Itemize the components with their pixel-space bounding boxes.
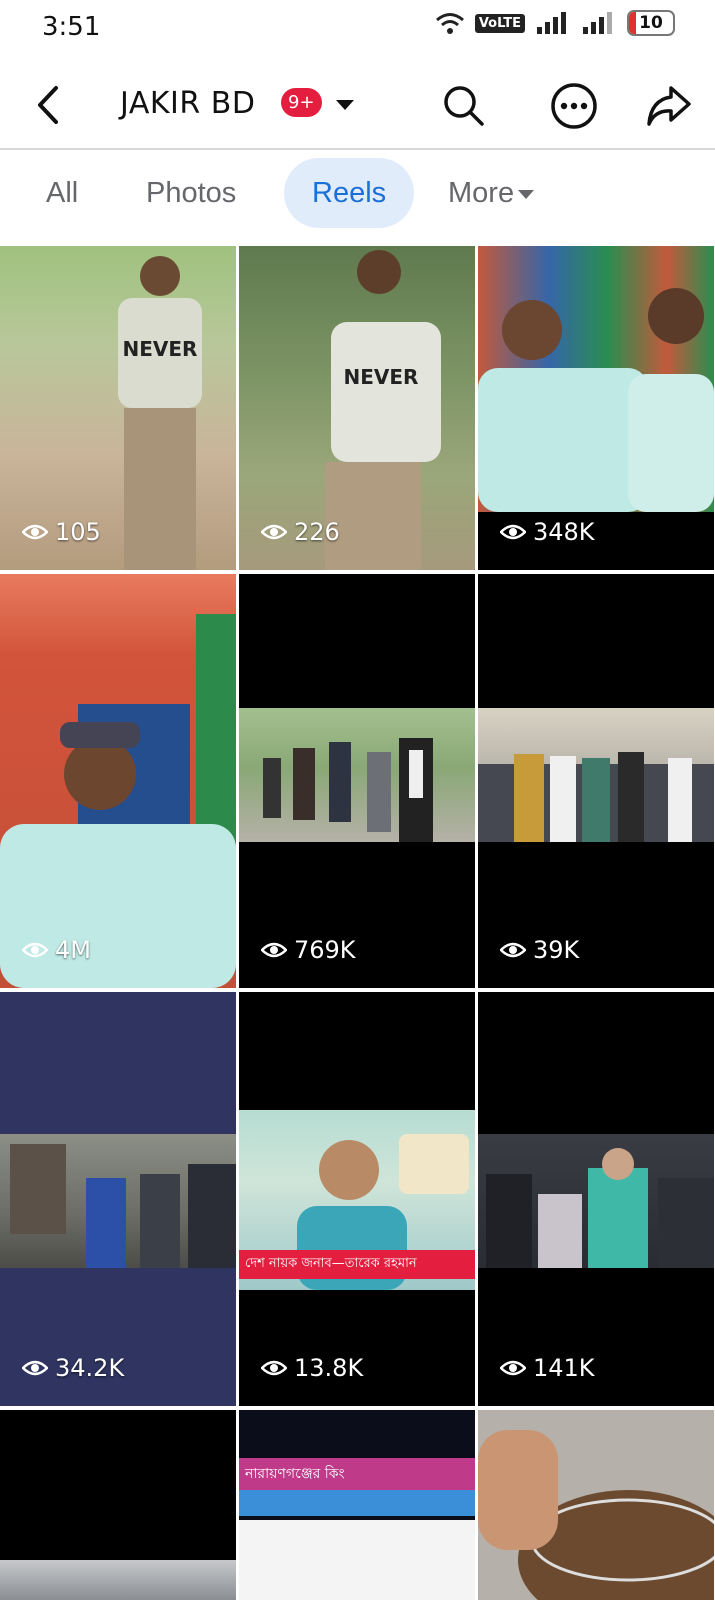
back-arrow-icon[interactable] <box>30 80 70 130</box>
tab-photos[interactable]: Photos <box>146 158 236 228</box>
eye-icon <box>261 1360 287 1376</box>
chevron-down-icon <box>518 189 535 199</box>
svg-text:NEVER: NEVER <box>344 365 419 389</box>
view-count: 348K <box>500 518 595 546</box>
crowd-image <box>486 1148 714 1268</box>
share-icon[interactable] <box>645 82 693 130</box>
reel-thumbnail[interactable]: 39K <box>478 574 714 988</box>
reel-caption-banner: দেশ নায়ক জনাব—তারেক রহমান <box>239 1250 475 1279</box>
view-count-label: 39K <box>533 936 580 964</box>
food-image <box>478 1430 714 1600</box>
eye-icon <box>261 942 287 958</box>
eye-icon <box>22 524 48 540</box>
view-count: 105 <box>22 518 101 546</box>
view-count-label: 348K <box>533 518 595 546</box>
battery-indicator: 10 <box>627 10 675 36</box>
view-count: 39K <box>500 936 579 964</box>
reel-thumbnail[interactable] <box>0 1410 236 1600</box>
header-divider <box>0 148 715 150</box>
signal-icon <box>537 12 566 34</box>
view-count: 13.8K <box>261 1354 363 1382</box>
search-icon[interactable] <box>440 82 488 130</box>
reel-thumbnail[interactable]: নারায়ণগঞ্জের কিং <box>239 1410 475 1600</box>
tab-all[interactable]: All <box>46 158 78 228</box>
view-count: 141K <box>500 1354 595 1382</box>
notification-badge: 9+ <box>281 88 322 117</box>
reel-thumbnail[interactable]: দেশ নায়ক জনাব—তারেক রহমান 13.8K <box>239 992 475 1406</box>
svg-text:NEVER: NEVER <box>123 337 198 361</box>
view-count-label: 34.2K <box>55 1354 125 1382</box>
view-count-label: 4M <box>55 936 91 964</box>
view-count-label: 105 <box>55 518 101 546</box>
view-count: 4M <box>22 936 91 964</box>
eye-icon <box>261 524 287 540</box>
reel-thumbnail[interactable]: 141K <box>478 992 714 1406</box>
people-group-image <box>10 1144 236 1268</box>
header-bar: JAKIR BD 9+ <box>0 66 715 146</box>
eye-icon <box>500 1360 526 1376</box>
reel-thumbnail[interactable]: 4M <box>0 574 236 988</box>
wifi-icon <box>435 13 464 34</box>
reel-caption-strip <box>239 1490 475 1516</box>
tab-all-label: All <box>46 177 79 209</box>
view-count-label: 141K <box>533 1354 595 1382</box>
eye-icon <box>500 942 526 958</box>
reel-thumbnail[interactable]: 348K <box>478 246 714 570</box>
eye-icon <box>22 1360 48 1376</box>
view-count-label: 226 <box>294 518 340 546</box>
reel-thumbnail[interactable]: 769K <box>239 574 475 988</box>
people-walking-image <box>263 738 433 842</box>
people-group-image <box>478 288 714 512</box>
view-count-label: 13.8K <box>294 1354 364 1382</box>
status-time: 3:51 <box>42 12 101 42</box>
tab-more[interactable]: More <box>448 158 535 228</box>
view-count-label: 769K <box>294 936 356 964</box>
filter-tabs: All Photos Reels More <box>0 158 715 228</box>
status-bar: 3:51 VoLTE 10 <box>0 0 715 54</box>
reel-thumbnail[interactable] <box>478 1410 714 1600</box>
reel-image <box>0 1560 236 1600</box>
eye-icon <box>500 524 526 540</box>
tab-more-label: More <box>448 177 515 209</box>
battery-level: 10 <box>639 13 663 33</box>
view-count: 226 <box>261 518 340 546</box>
signal-icon <box>583 12 612 34</box>
view-count: 34.2K <box>22 1354 124 1382</box>
view-count: 769K <box>261 936 356 964</box>
reel-thumbnail[interactable]: NEVER 105 <box>0 246 236 570</box>
crowd-image <box>478 752 714 842</box>
volte-indicator: VoLTE <box>474 13 525 33</box>
more-options-icon[interactable] <box>550 82 598 130</box>
tab-photos-label: Photos <box>146 177 237 209</box>
tab-reels[interactable]: Reels <box>284 158 415 228</box>
eye-icon <box>22 942 48 958</box>
status-icons: VoLTE 10 <box>435 10 675 36</box>
tab-reels-label: Reels <box>312 177 387 209</box>
reel-caption-banner: নারায়ণগঞ্জের কিং <box>239 1458 475 1490</box>
reel-thumbnail[interactable]: 34.2K <box>0 992 236 1406</box>
person-figure-image <box>0 614 236 988</box>
page-title[interactable]: JAKIR BD <box>120 86 255 121</box>
reel-thumbnail[interactable]: NEVER 226 <box>239 246 475 570</box>
chevron-down-icon[interactable] <box>336 100 354 110</box>
